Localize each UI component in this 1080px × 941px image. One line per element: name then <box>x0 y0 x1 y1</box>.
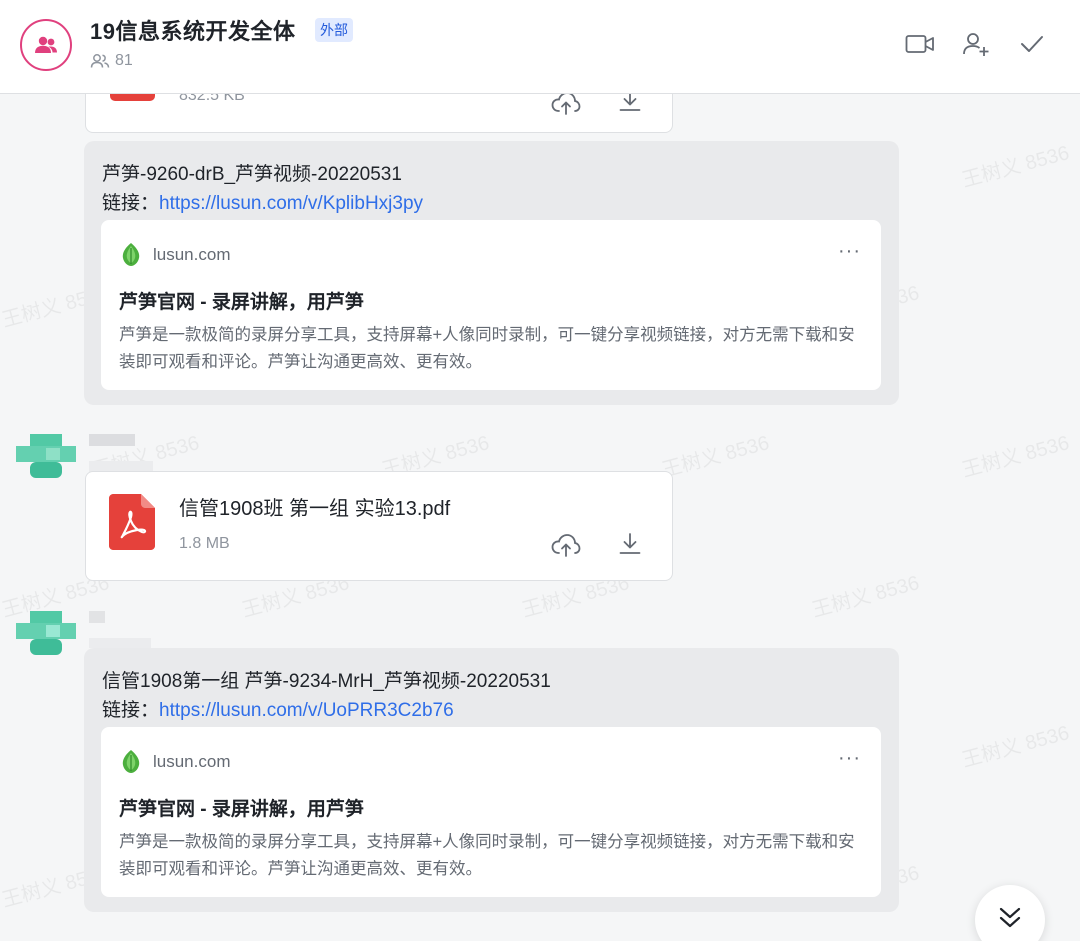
message-link-line: 链接：https://lusun.com/v/UoPRR3C2b76 <box>102 695 454 722</box>
double-chevron-down-icon <box>999 907 1021 928</box>
file-name[interactable]: 信管1908班 第一组 实验13.pdf <box>179 492 450 521</box>
add-member-icon <box>963 33 989 56</box>
member-count[interactable]: 81 <box>90 52 133 70</box>
group-avatar[interactable] <box>20 19 72 71</box>
preview-description: 芦笋是一款极简的录屏分享工具，支持屏幕+人像同时录制，可一键分享视频链接，对方无… <box>119 833 855 878</box>
pdf-icon <box>109 494 155 550</box>
link-preview-card[interactable]: lusun.com ··· 芦笋官网 - 录屏讲解，用芦笋 芦笋是一款极简的录屏… <box>101 220 881 390</box>
sender-avatar[interactable] <box>16 609 76 659</box>
preview-title: 芦笋官网 - 录屏讲解，用芦笋 <box>119 292 364 313</box>
done-button[interactable] <box>1016 28 1048 60</box>
group-name[interactable]: 19信息系统开发全体 <box>90 14 295 46</box>
link-preview-card[interactable]: lusun.com ··· 芦笋官网 - 录屏讲解，用芦笋 芦笋是一款极简的录屏… <box>101 727 881 897</box>
link-label: 链接： <box>102 700 160 721</box>
external-tag: 外部 <box>315 18 353 42</box>
scroll-to-bottom-button[interactable] <box>975 885 1045 941</box>
sender-name <box>89 434 135 446</box>
member-count-value: 81 <box>115 52 133 69</box>
checkmark-icon <box>1021 36 1043 52</box>
watermark-text: 王树义 8536 <box>959 142 1072 192</box>
video-camera-icon <box>905 35 934 53</box>
watermark-text: 王树义 8536 <box>959 432 1072 482</box>
watermark-text: 王树义 8536 <box>809 572 922 622</box>
more-options-button[interactable]: ··· <box>838 240 861 263</box>
chat-header: 19信息系统开发全体 外部 81 <box>0 0 1080 94</box>
lusun-logo-icon <box>122 243 140 266</box>
watermark-text: 王树义 8536 <box>959 722 1072 772</box>
cloud-upload-icon <box>551 534 581 557</box>
download-icon <box>619 533 641 554</box>
add-member-button[interactable] <box>960 28 992 60</box>
watermark-text: 王树义 8536 <box>659 432 772 482</box>
cloud-upload-icon <box>551 92 581 115</box>
link-label: 链接： <box>102 193 160 214</box>
download-button[interactable] <box>614 528 646 560</box>
message-link-line: 链接：https://lusun.com/v/KplibHxj3py <box>102 188 423 215</box>
file-size: 1.8 MB <box>179 535 230 552</box>
message-text: 芦笋-9260-drB_芦笋视频-20220531 <box>102 164 402 185</box>
message-bubble-link-2: 信管1908第一组 芦笋-9234-MrH_芦笋视频-20220531 链接：h… <box>84 648 899 912</box>
preview-site: lusun.com <box>153 245 231 264</box>
preview-description: 芦笋是一款极简的录屏分享工具，支持屏幕+人像同时录制，可一键分享视频链接，对方无… <box>119 326 855 371</box>
message-bubble-link-1: 芦笋-9260-drB_芦笋视频-20220531 链接：https://lus… <box>84 141 899 405</box>
message-link[interactable]: https://lusun.com/v/KplibHxj3py <box>159 193 423 214</box>
file-card[interactable]: 信管1908班 第一组 实验13.pdf 1.8 MB <box>85 471 673 581</box>
lusun-logo-icon <box>122 750 140 773</box>
members-icon <box>90 54 110 68</box>
sender-name-blur <box>89 638 151 648</box>
group-icon <box>35 36 57 53</box>
more-options-button[interactable]: ··· <box>838 747 861 770</box>
message-text: 信管1908第一组 芦笋-9234-MrH_芦笋视频-20220531 <box>102 671 551 692</box>
sender-name <box>89 611 105 623</box>
video-call-button[interactable] <box>904 28 936 60</box>
save-to-cloud-button[interactable] <box>550 529 582 561</box>
preview-site: lusun.com <box>153 752 231 771</box>
sender-avatar[interactable] <box>16 432 76 482</box>
message-link[interactable]: https://lusun.com/v/UoPRR3C2b76 <box>159 700 454 721</box>
preview-title: 芦笋官网 - 录屏讲解，用芦笋 <box>119 799 364 820</box>
